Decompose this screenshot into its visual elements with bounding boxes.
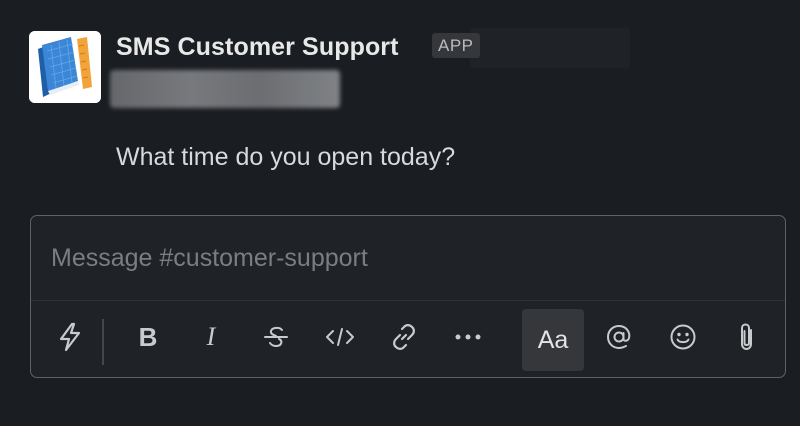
avatar[interactable] (29, 31, 101, 103)
formatting-toolbar: B I Aa (31, 301, 785, 377)
code-button[interactable] (315, 311, 365, 363)
message-pane: SMS Customer Support APP What time do yo… (0, 0, 800, 426)
message-input[interactable] (31, 216, 785, 300)
formatting-toggle-button[interactable]: Aa (522, 309, 584, 371)
link-button[interactable] (379, 311, 429, 363)
italic-button[interactable]: I (186, 311, 236, 363)
emoji-icon (670, 324, 696, 350)
link-icon (393, 324, 415, 350)
more-formatting-button[interactable] (443, 311, 493, 363)
bold-label: B (138, 322, 158, 352)
at-icon (606, 324, 631, 350)
ellipsis-icon (455, 334, 481, 340)
app-badge: APP (432, 33, 480, 58)
paperclip-icon (741, 323, 752, 350)
strikethrough-button[interactable] (251, 311, 301, 363)
attach-button[interactable] (722, 311, 772, 363)
code-icon (326, 328, 354, 346)
strikethrough-icon (264, 326, 288, 348)
shortcuts-button[interactable] (45, 311, 95, 363)
blueprint-book-icon (29, 31, 101, 103)
formatting-toggle-label: Aa (537, 325, 569, 354)
hover-toolbar-shadow (470, 28, 630, 68)
redacted-timestamp (110, 70, 340, 108)
message-composer: B I (30, 215, 786, 378)
message-body: What time do you open today? (116, 143, 456, 171)
emoji-button[interactable] (658, 311, 708, 363)
sender-name[interactable]: SMS Customer Support (116, 30, 399, 64)
bold-button[interactable]: B (123, 311, 173, 363)
mention-button[interactable] (594, 311, 644, 363)
lightning-icon (59, 322, 81, 352)
toolbar-separator (102, 319, 104, 365)
italic-label: I (206, 322, 216, 351)
